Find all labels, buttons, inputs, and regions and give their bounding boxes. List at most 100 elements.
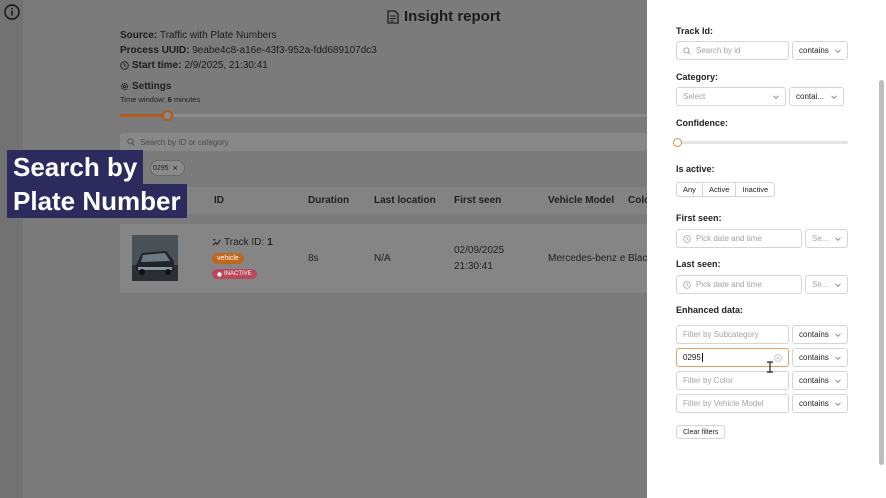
chip-close-icon[interactable]: × [173, 163, 178, 173]
color-operator-select[interactable]: contains [792, 371, 848, 390]
last-seen-picker[interactable]: Pick date and time [676, 275, 802, 294]
start-time-line: Start time: 2/9/2025, 21:30:41 [120, 60, 268, 71]
vehicle-model-cell: Mercedes-benz e [548, 253, 626, 264]
is-active-any-option[interactable]: Any [677, 183, 703, 196]
clock-icon [120, 61, 129, 70]
color-operator-value: contains [799, 376, 829, 385]
page-title-text: Insight report [404, 8, 501, 25]
column-header-first-seen[interactable]: First seen [454, 195, 501, 206]
chevron-down-icon [835, 333, 841, 338]
confidence-slider-handle[interactable] [673, 138, 682, 147]
subcategory-operator-select[interactable]: contains [792, 325, 848, 344]
is-active-inactive-option[interactable]: Inactive [736, 183, 774, 196]
last-seen-operator-select[interactable]: Se... [805, 275, 848, 294]
source-label: Source: [120, 30, 158, 41]
column-header-id[interactable]: ID [214, 195, 224, 206]
category-placeholder: Select [683, 92, 706, 101]
color-placeholder: Filter by Color [683, 376, 733, 385]
column-header-last-location[interactable]: Last location [374, 195, 436, 206]
is-active-toggle: Any Active Inactive [676, 182, 776, 197]
chevron-down-icon [773, 95, 779, 100]
last-seen-label: Last seen: [676, 259, 721, 269]
status-dot-icon [217, 271, 222, 277]
active-filter-chip[interactable]: 0295 × [150, 160, 185, 176]
start-label: Start time: [132, 60, 182, 71]
plate-number-operator-value: contains [799, 353, 829, 362]
time-window-slider-fill [120, 114, 168, 117]
category-operator-select[interactable]: contai... [789, 87, 844, 106]
track-id-label: Track ID: [224, 237, 265, 248]
settings-header[interactable]: Settings [120, 81, 171, 92]
category-select[interactable]: Select [676, 87, 786, 106]
table-header: ID Duration Last location First seen Veh… [120, 187, 647, 214]
vehicle-thumbnail[interactable] [132, 235, 178, 281]
column-header-duration[interactable]: Duration [308, 195, 349, 206]
uuid-label: Process UUID: [120, 45, 190, 56]
chevron-down-icon [835, 49, 841, 54]
chevron-down-icon [831, 95, 837, 100]
first-seen-time: 21:30:41 [454, 261, 493, 272]
caption-line-2: Plate Number [7, 184, 187, 218]
time-window-slider[interactable] [120, 110, 647, 121]
first-seen-operator-value: Se... [812, 234, 829, 243]
first-seen-picker[interactable]: Pick date and time [676, 229, 802, 248]
color-cell: Blac [628, 253, 647, 264]
subcategory-filter-input[interactable]: Filter by Subcategory [676, 325, 789, 344]
track-id-filter-label: Track Id: [676, 26, 714, 36]
settings-label: Settings [132, 81, 172, 92]
status-badge: INACTIVE [212, 269, 257, 279]
vehicle-model-placeholder: Filter by Vehicle Model [683, 399, 764, 408]
chevron-down-icon [835, 379, 841, 384]
category-badge: vehicle [212, 253, 244, 264]
first-seen-date: 02/09/2025 [454, 245, 505, 256]
track-id-filter-input[interactable]: Search by id [676, 41, 789, 60]
plate-number-operator-select[interactable]: contains [792, 348, 848, 367]
car-image [132, 235, 178, 281]
uuid-line: Process UUID: 9eabe4c8-a16e-43f3-952a-fd… [120, 45, 377, 56]
uuid-value: 9eabe4c8-a16e-43f3-952a-fdd689107dc3 [192, 45, 377, 56]
chevron-down-icon [835, 237, 841, 242]
vehicle-model-operator-value: contains [799, 399, 829, 408]
report-page: Insight report Source: Traffic with Plat… [0, 0, 647, 498]
time-window-unit: minutes [173, 95, 201, 104]
clear-input-icon[interactable] [774, 354, 782, 362]
first-seen-placeholder: Pick date and time [696, 234, 762, 243]
filter-drawer: Track Id: Search by id contains Category… [647, 0, 886, 498]
track-id-value: 1 [267, 237, 273, 248]
source-value: Traffic with Plate Numbers [159, 30, 277, 41]
search-input[interactable]: Search by ID or category [120, 133, 647, 151]
track-id-operator-value: contains [799, 46, 829, 55]
subcategory-operator-value: contains [799, 330, 829, 339]
clear-filters-button[interactable]: Clear filters [676, 425, 726, 439]
drawer-scrollbar[interactable] [879, 80, 884, 465]
last-seen-placeholder: Pick date and time [696, 280, 762, 289]
is-active-label: Is active: [676, 164, 715, 174]
vehicle-model-operator-select[interactable]: contains [792, 394, 848, 413]
track-id-operator-select[interactable]: contains [792, 41, 848, 60]
chevron-down-icon [835, 402, 841, 407]
color-filter-input[interactable]: Filter by Color [676, 371, 789, 390]
time-window-text: Time window: 6 minutes [120, 95, 200, 104]
caption-line-1: Search by [7, 150, 144, 184]
category-operator-value: contai... [796, 92, 825, 101]
last-seen-operator-value: Se... [812, 280, 829, 289]
document-icon [387, 9, 399, 24]
track-id-cell: Track ID: 1 [212, 237, 273, 248]
subcategory-placeholder: Filter by Subcategory [683, 330, 759, 339]
is-active-active-option[interactable]: Active [703, 183, 737, 196]
column-header-vehicle-model[interactable]: Vehicle Model [548, 195, 614, 206]
source-line: Source: Traffic with Plate Numbers [120, 30, 277, 41]
confidence-slider[interactable] [676, 141, 848, 144]
track-id-placeholder: Search by id [696, 46, 741, 55]
table-row[interactable]: Track ID: 1 vehicle INACTIVE 8s N/A 02/0… [120, 224, 647, 293]
last-location-cell: N/A [374, 253, 391, 264]
time-window-slider-handle[interactable] [162, 110, 174, 121]
chevron-down-icon [835, 283, 841, 288]
first-seen-operator-select[interactable]: Se... [805, 229, 848, 248]
gear-icon [120, 82, 129, 91]
info-icon[interactable] [4, 4, 20, 20]
search-icon [683, 46, 691, 55]
vehicle-model-filter-input[interactable]: Filter by Vehicle Model [676, 394, 789, 413]
category-filter-label: Category: [676, 72, 719, 82]
column-header-color[interactable]: Colo [628, 195, 647, 206]
